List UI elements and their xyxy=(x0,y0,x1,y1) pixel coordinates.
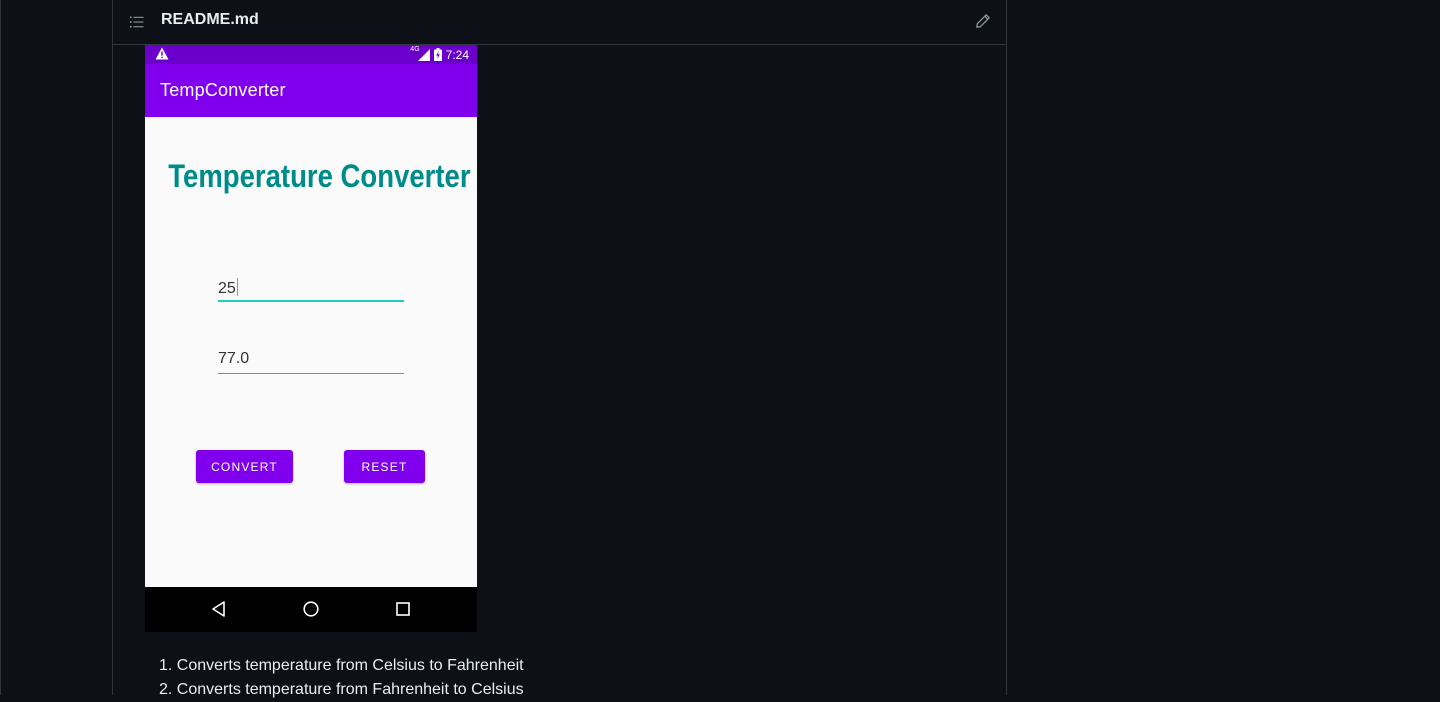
celsius-input-value: 25 xyxy=(218,280,236,297)
status-indicators: 4G 7:24 xyxy=(410,46,469,63)
pencil-icon[interactable] xyxy=(975,13,991,29)
back-triangle-icon[interactable] xyxy=(210,600,228,618)
text-cursor xyxy=(236,278,239,296)
status-bar: 4G 7:24 xyxy=(145,45,477,64)
page-edge xyxy=(0,0,1,695)
list-unordered-icon[interactable] xyxy=(129,14,145,30)
reset-button[interactable]: RESET xyxy=(344,450,425,483)
screen-heading: Temperature Converter xyxy=(168,158,471,194)
list-item: 2. Converts temperature from Fahrenheit … xyxy=(159,681,524,698)
convert-button[interactable]: CONVERT xyxy=(196,450,293,483)
readme-header: README.md xyxy=(113,0,1006,45)
status-time: 7:24 xyxy=(445,47,469,62)
app-screenshot: 4G 7:24 TempConverter Temperature Conver… xyxy=(145,45,477,632)
battery-charging-icon xyxy=(433,48,442,61)
readme-filename: README.md xyxy=(161,11,259,28)
list-item: 1. Converts temperature from Celsius to … xyxy=(159,657,524,674)
celsius-input[interactable]: 25 xyxy=(218,278,404,302)
app-bar: TempConverter xyxy=(145,64,477,117)
readme-panel: README.md 4G 7:24 TempConverter Temperat… xyxy=(112,0,1007,698)
app-bar-title: TempConverter xyxy=(160,80,286,100)
fahrenheit-output[interactable]: 77.0 xyxy=(218,350,404,374)
warning-icon xyxy=(155,47,169,60)
network-type: 4G xyxy=(410,46,420,53)
recents-square-icon[interactable] xyxy=(394,600,412,618)
home-circle-icon[interactable] xyxy=(302,600,320,618)
input-underline-active xyxy=(218,300,404,302)
fahrenheit-output-value: 77.0 xyxy=(218,350,250,367)
navigation-bar xyxy=(145,587,477,632)
input-underline xyxy=(218,373,404,374)
